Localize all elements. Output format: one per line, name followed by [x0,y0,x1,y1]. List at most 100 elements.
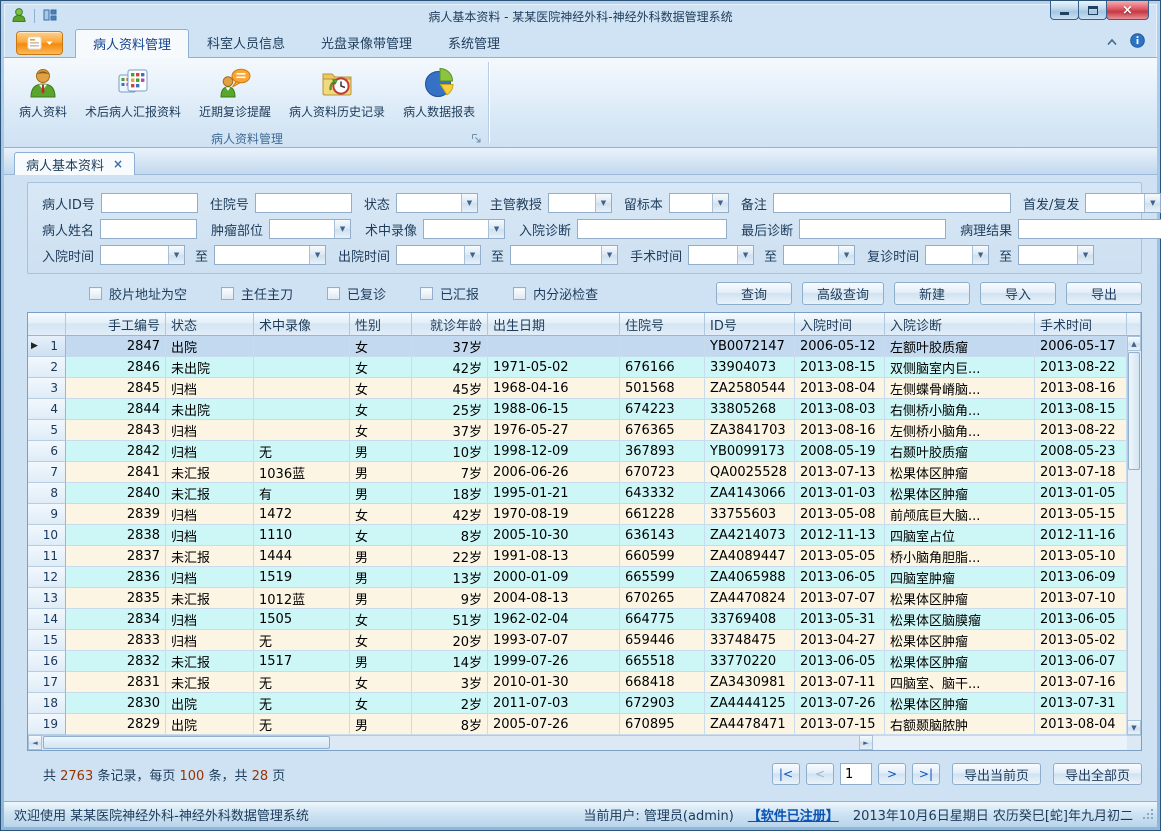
checkbox-chief-surgeon[interactable] [221,287,234,300]
cell-gender[interactable]: 男 [350,462,412,483]
export-all-pages-button[interactable]: 导出全部页 [1053,763,1142,785]
cell-age[interactable]: 3岁 [412,672,488,693]
cell-age[interactable]: 18岁 [412,483,488,504]
row-header[interactable]: 10 [28,525,66,546]
ribbon-button-revisit-reminder[interactable]: 近期复诊提醒 [190,61,280,122]
scroll-right-button[interactable]: ► [859,735,873,750]
filter-chief-professor-combo[interactable]: ▼ [548,193,612,213]
table-row[interactable]: 92839归档1472女42岁1970-08-19661228337556032… [28,504,1141,525]
cell-video[interactable] [254,378,350,399]
cell-gender[interactable]: 男 [350,567,412,588]
ribbon-tab-patient-data-management[interactable]: 病人资料管理 [75,29,189,58]
cell-age[interactable]: 45岁 [412,378,488,399]
cell-status[interactable]: 归档 [166,420,254,441]
export-button[interactable]: 导出 [1066,282,1142,305]
column-header-admit_date[interactable]: 入院时间 [795,313,885,336]
cell-birth[interactable]: 1976-05-27 [488,420,620,441]
table-row[interactable]: 82840未汇报有男18岁1995-01-21643332ZA414306620… [28,483,1141,504]
chevron-down-icon[interactable]: ▼ [1077,246,1093,264]
scroll-down-button[interactable]: ▼ [1127,720,1141,735]
cell-video[interactable]: 有 [254,483,350,504]
table-row[interactable]: 122836归档1519男13岁2000-01-09665599ZA406598… [28,567,1141,588]
scroll-up-button[interactable]: ▲ [1127,336,1141,351]
cell-surgery_date[interactable]: 2012-11-16 [1035,525,1127,546]
cell-status[interactable]: 归档 [166,609,254,630]
cell-admit_date[interactable]: 2013-07-07 [795,588,885,609]
cell-diagnosis[interactable]: 右侧桥小脑角... [885,399,1035,420]
table-row[interactable]: ▶12847出院女37岁YB00721472006-05-12左额叶胶质瘤200… [28,336,1141,357]
cell-gender[interactable]: 女 [350,420,412,441]
cell-age[interactable]: 37岁 [412,420,488,441]
row-header[interactable]: 7 [28,462,66,483]
cell-diagnosis[interactable]: 双侧脑室内巨... [885,357,1035,378]
column-header-status[interactable]: 状态 [166,313,254,336]
cell-admission_no[interactable]: 670265 [620,588,705,609]
filter-admit-date-to-combo[interactable]: ▼ [214,245,326,265]
row-header[interactable]: 14 [28,609,66,630]
cell-status[interactable]: 归档 [166,525,254,546]
cell-admit_date[interactable]: 2013-06-05 [795,567,885,588]
filter-discharge-date-to-combo[interactable]: ▼ [510,245,618,265]
horizontal-scroll-thumb[interactable] [43,736,330,749]
filter-admission-no-input[interactable] [255,193,352,213]
cell-admission_no[interactable]: 643332 [620,483,705,504]
chevron-down-icon[interactable]: ▼ [712,194,728,212]
cell-surgery_date[interactable]: 2013-08-22 [1035,420,1127,441]
collapse-ribbon-button[interactable] [1106,35,1118,49]
chevron-down-icon[interactable]: ▼ [737,246,753,264]
cell-gender[interactable]: 男 [350,546,412,567]
cell-gender[interactable]: 女 [350,630,412,651]
cell-gender[interactable]: 男 [350,441,412,462]
cell-admission_no[interactable]: 659446 [620,630,705,651]
cell-status[interactable]: 未汇报 [166,672,254,693]
cell-admit_date[interactable]: 2006-05-12 [795,336,885,357]
vertical-scroll-thumb[interactable] [1128,352,1140,470]
page-number-input[interactable] [840,763,872,785]
row-header[interactable]: 13 [28,588,66,609]
cell-diagnosis[interactable]: 松果体区肿瘤 [885,693,1035,714]
cell-birth[interactable]: 1968-04-16 [488,378,620,399]
column-header-row-indicator[interactable] [28,313,66,336]
table-row[interactable]: 22846未出院女42岁1971-05-02676166339040732013… [28,357,1141,378]
layout-grid-icon[interactable] [42,7,58,26]
cell-age[interactable]: 8岁 [412,525,488,546]
cell-video[interactable] [254,357,350,378]
cell-admit_date[interactable]: 2013-08-16 [795,420,885,441]
ribbon-button-history-record[interactable]: 病人资料历史记录 [280,61,394,122]
cell-diagnosis[interactable]: 松果体区肿瘤 [885,483,1035,504]
row-header[interactable]: 19 [28,714,66,735]
row-header[interactable]: 11 [28,546,66,567]
tab-close-icon[interactable]: × [113,158,123,170]
maximize-button[interactable] [1078,1,1107,20]
cell-manual_no[interactable]: 2838 [66,525,166,546]
cell-birth[interactable]: 1999-07-26 [488,651,620,672]
cell-age[interactable]: 22岁 [412,546,488,567]
cell-video[interactable]: 1519 [254,567,350,588]
cell-surgery_date[interactable]: 2013-06-07 [1035,651,1127,672]
ribbon-button-postop-report[interactable]: 术后病人汇报资料 [76,61,190,122]
table-row[interactable]: 42844未出院女25岁1988-06-15674223338052682013… [28,399,1141,420]
cell-birth[interactable]: 2011-07-03 [488,693,620,714]
row-header[interactable]: 6 [28,441,66,462]
cell-manual_no[interactable]: 2842 [66,441,166,462]
cell-id_no[interactable]: ZA3841703 [705,420,795,441]
cell-manual_no[interactable]: 2833 [66,630,166,651]
doc-tab-patient-basic-info[interactable]: 病人基本资料 × [14,152,135,175]
filter-revisit-date-to-combo[interactable]: ▼ [1018,245,1094,265]
filter-status-combo[interactable]: ▼ [396,193,478,213]
cell-diagnosis[interactable]: 右额颞脑脓肿 [885,714,1035,735]
filter-revisit-date-from-combo[interactable]: ▼ [925,245,989,265]
cell-id_no[interactable]: 33755603 [705,504,795,525]
query-button[interactable]: 查询 [716,282,792,305]
column-header-diagnosis[interactable]: 入院诊断 [885,313,1035,336]
cell-admission_no[interactable]: 367893 [620,441,705,462]
checkbox-revisited[interactable] [327,287,340,300]
cell-admission_no[interactable] [620,336,705,357]
cell-id_no[interactable]: ZA4065988 [705,567,795,588]
chevron-down-icon[interactable]: ▼ [595,194,611,212]
cell-surgery_date[interactable]: 2013-05-10 [1035,546,1127,567]
cell-diagnosis[interactable]: 四脑室肿瘤 [885,567,1035,588]
cell-surgery_date[interactable]: 2013-07-18 [1035,462,1127,483]
cell-gender[interactable]: 女 [350,693,412,714]
filter-remark-input[interactable] [773,193,1011,213]
